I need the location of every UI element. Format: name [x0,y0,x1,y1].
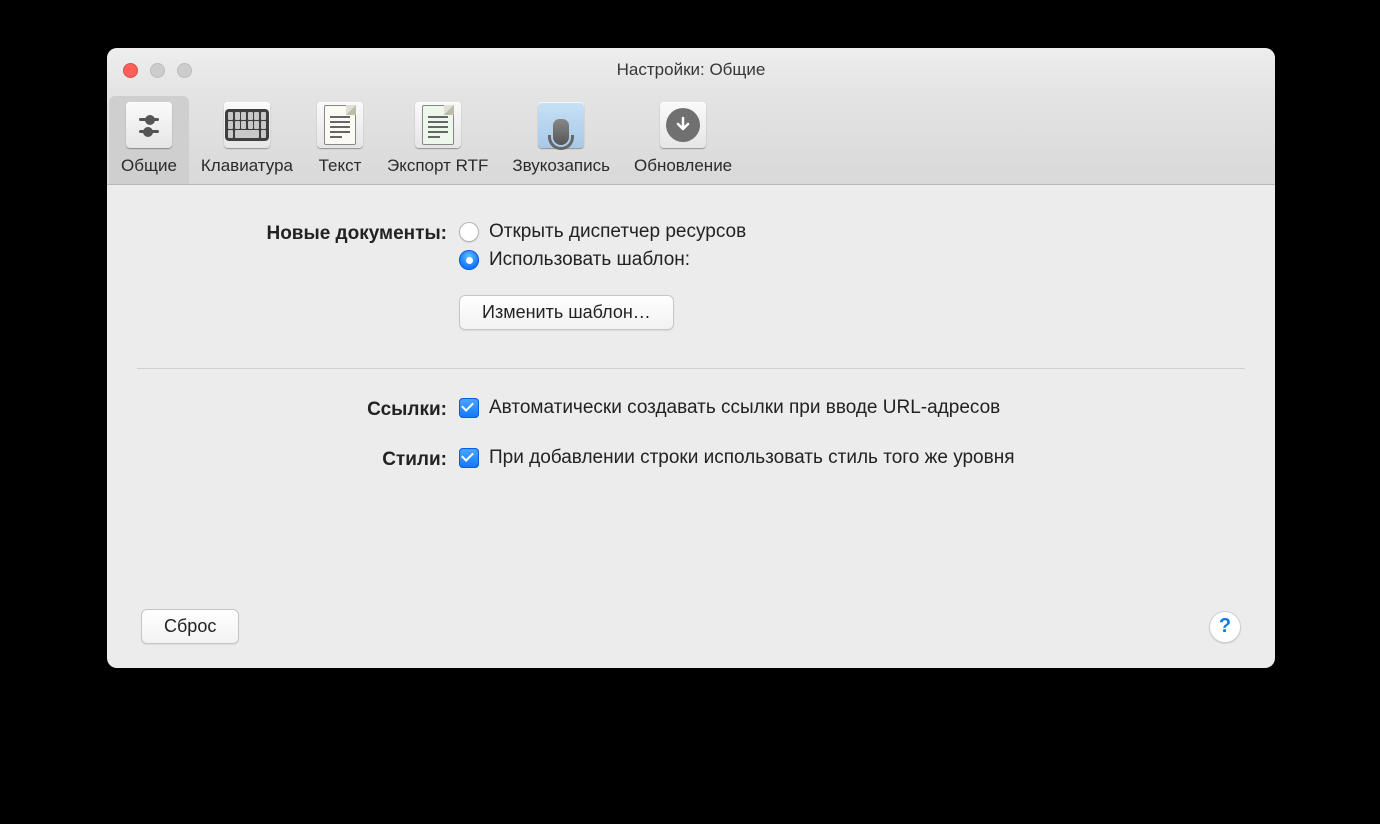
tab-update[interactable]: Обновление [622,96,744,184]
label-new-documents: Новые документы: [137,221,459,245]
radio-use-template[interactable]: Использовать шаблон: [459,249,1245,271]
tab-audio-recording[interactable]: Звукозапись [500,96,622,184]
label-styles: Стили: [137,447,459,471]
row-links: Ссылки: Автоматически создавать ссылки п… [137,397,1245,425]
text-document-icon [317,102,363,148]
checkbox-label: Автоматически создавать ссылки при вводе… [489,397,1000,419]
tab-label: Текст [319,156,362,176]
tab-keyboard[interactable]: Клавиатура [189,96,305,184]
titlebar: Настройки: Общие [107,48,1275,92]
download-circle-icon [660,102,706,148]
window-title: Настройки: Общие [107,60,1275,80]
help-button[interactable]: ? [1209,611,1241,643]
row-new-documents: Новые документы: Открыть диспетчер ресур… [137,221,1245,277]
preferences-window: Настройки: Общие Общие Клавиатура Текст [107,48,1275,668]
tab-label: Экспорт RTF [387,156,488,176]
close-window-button[interactable] [123,63,138,78]
radio-unchecked-icon [459,222,479,242]
zoom-window-button[interactable] [177,63,192,78]
radio-label: Использовать шаблон: [489,249,690,271]
rtf-document-icon [415,102,461,148]
row-styles: Стили: При добавлении строки использоват… [137,447,1245,475]
checkbox-checked-icon [459,398,479,418]
microphone-icon [538,102,584,148]
minimize-window-button[interactable] [150,63,165,78]
radio-open-resource-manager[interactable]: Открыть диспетчер ресурсов [459,221,1245,243]
tab-export-rtf[interactable]: Экспорт RTF [375,96,500,184]
tab-label: Обновление [634,156,732,176]
tab-label: Клавиатура [201,156,293,176]
checkbox-label: При добавлении строки использовать стиль… [489,447,1015,469]
preferences-content: Новые документы: Открыть диспетчер ресур… [107,185,1275,668]
change-template-button[interactable]: Изменить шаблон… [459,295,674,330]
tab-general[interactable]: Общие [109,96,189,184]
checkbox-checked-icon [459,448,479,468]
checkbox-inherit-row-style[interactable]: При добавлении строки использовать стиль… [459,447,1245,469]
radio-checked-icon [459,250,479,270]
separator [137,368,1245,369]
checkbox-auto-create-links[interactable]: Автоматически создавать ссылки при вводе… [459,397,1245,419]
tab-label: Общие [121,156,177,176]
label-links: Ссылки: [137,397,459,421]
tab-text[interactable]: Текст [305,96,375,184]
keyboard-icon [224,102,270,148]
tab-label: Звукозапись [512,156,610,176]
window-controls [107,63,192,78]
preferences-toolbar: Общие Клавиатура Текст Экспорт RTF Звуко [107,92,1275,185]
sliders-icon [126,102,172,148]
reset-button[interactable]: Сброс [141,609,239,644]
footer: Сброс ? [137,609,1245,648]
radio-label: Открыть диспетчер ресурсов [489,221,746,243]
